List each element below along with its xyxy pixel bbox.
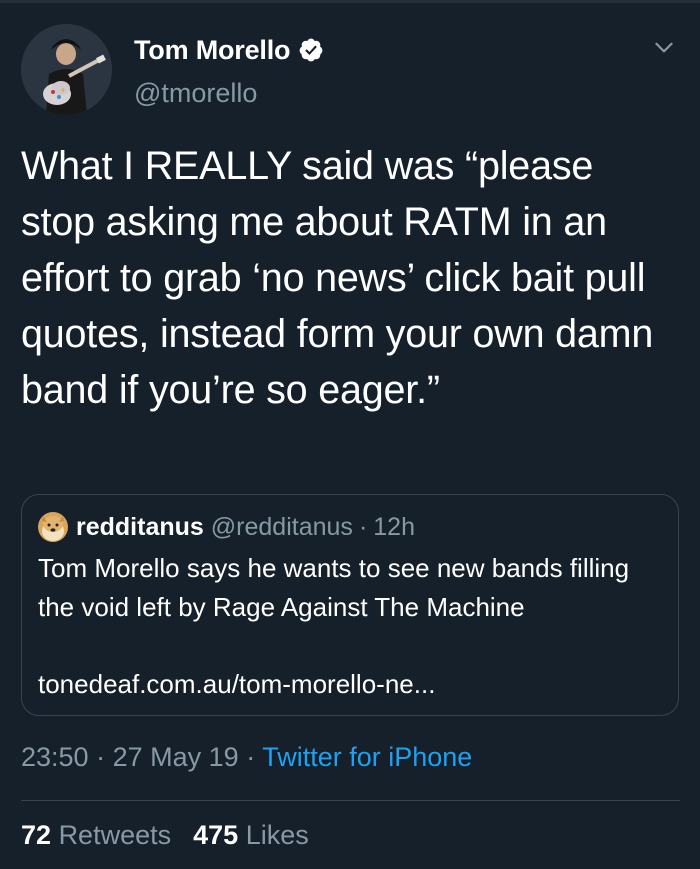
tweet-stats: 72 Retweets 475 Likes (21, 820, 309, 851)
author-name-row[interactable]: Tom Morello (134, 32, 324, 68)
quoted-author-handle: @redditanus (210, 512, 353, 541)
verified-badge-icon (299, 38, 323, 62)
tweet-time: 23:50 (21, 742, 89, 772)
stats-divider (21, 800, 680, 801)
likes-count: 475 (193, 820, 239, 850)
quoted-author-name: redditanus (76, 512, 204, 541)
separator-dot: · (358, 512, 368, 541)
author-name[interactable]: Tom Morello (134, 35, 290, 66)
retweets-count: 72 (21, 820, 52, 850)
author-avatar[interactable] (21, 24, 112, 115)
separator-dot: · (96, 742, 106, 772)
quoted-tweet-header: redditanus @redditanus · 12h (38, 511, 415, 543)
tweet-meta: 23:50 · 27 May 19 · Twitter for iPhone (21, 742, 472, 773)
top-divider (0, 0, 700, 3)
author-handle[interactable]: @tmorello (134, 78, 257, 109)
tweet-source-link[interactable]: Twitter for iPhone (262, 742, 472, 772)
retweets-stat[interactable]: 72 Retweets (21, 820, 171, 850)
likes-stat[interactable]: 475 Likes (193, 820, 309, 850)
separator-dot: · (246, 742, 256, 772)
retweets-label: Retweets (58, 820, 172, 850)
quoted-author-avatar (38, 512, 68, 542)
quoted-tweet-link[interactable]: tonedeaf.com.au/tom-morello-ne... (38, 667, 435, 701)
likes-label: Likes (245, 820, 309, 850)
quoted-tweet-text: Tom Morello says he wants to see new ban… (38, 553, 630, 622)
quoted-tweet-card[interactable]: redditanus @redditanus · 12h Tom Morello… (21, 494, 679, 716)
quoted-tweet-time: 12h (373, 512, 415, 541)
tweet-text: What I REALLY said was “please stop aski… (21, 144, 654, 412)
tweet-date[interactable]: 27 May 19 (113, 742, 239, 772)
chevron-down-icon[interactable] (651, 34, 677, 60)
